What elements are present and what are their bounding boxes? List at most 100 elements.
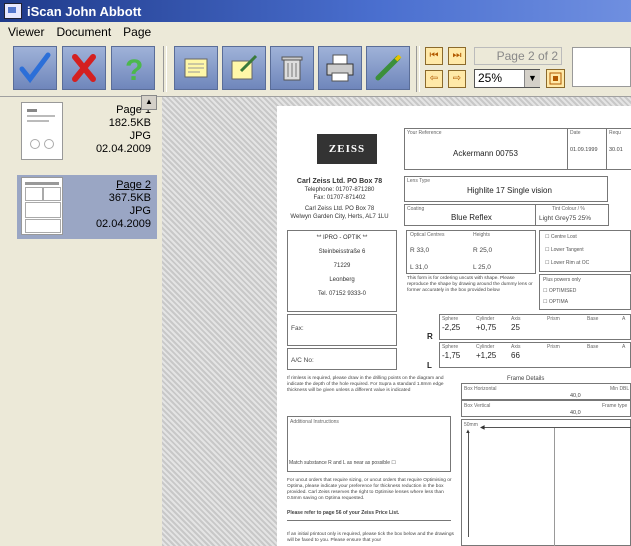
thumbnail-date: 02.04.2009 (95, 143, 151, 155)
match-substance: Match substance R and L as near as possi… (289, 460, 396, 466)
rx-header: Sphere (442, 316, 459, 322)
reject-x-icon (72, 54, 96, 82)
thumbnail-title: Page 2 (116, 179, 151, 191)
rx-left-box: Sphere Cylinder Axis Prism Base A -1,75 … (439, 342, 631, 368)
delete-button[interactable] (270, 46, 314, 90)
zeiss-logo: ZEISS (317, 134, 377, 164)
chevron-down-icon[interactable]: ▼ (524, 70, 540, 87)
arrow-up-icon: ▲ (465, 429, 471, 435)
company-address-2: Welwyn Garden City, Herts, AL7 1LU (290, 214, 389, 220)
mm-label: 50mm (464, 422, 478, 428)
rx-header: A (622, 316, 626, 322)
menu-page[interactable]: Page (123, 25, 151, 39)
option-line: ☐ Lower Rim at OC (545, 260, 590, 266)
first-page-icon: ⏮ (429, 50, 439, 61)
tint-box: Tint Colour / % Light Grey75 25% (535, 204, 609, 226)
company-name: Carl Zeiss Ltd. PO Box 78 (296, 178, 383, 185)
oc-left: L 31,0 (410, 264, 428, 271)
axis-left: 66 (511, 351, 520, 360)
horizontal-scale-line (482, 427, 631, 428)
check-icon (19, 52, 51, 84)
annotate-button[interactable] (366, 46, 410, 90)
left-eye-label: L (427, 361, 432, 370)
box-vertical-label: Box Vertical (464, 403, 491, 409)
customer-line: Steinbeisstraße 6 (318, 249, 366, 255)
reference-label: Your Reference (407, 130, 442, 136)
shape-drawing-box: 50mm ▲ ◀ (461, 419, 631, 546)
additional-label: Additional Instructions (290, 419, 339, 425)
rx-header: Base (587, 344, 599, 350)
check-button[interactable] (13, 46, 57, 90)
box-horizontal-row: Box Horizontal 40,0 Min DBL (461, 383, 631, 400)
options-box: ☐ Centre Lost ☐ Lower Tangent ☐ Lower Ri… (539, 230, 631, 272)
thumbnail-type: JPG (129, 130, 151, 142)
document-page: ZEISS Carl Zeiss Ltd. PO Box 78 Telephon… (277, 106, 631, 546)
thumbnail-date: 02.04.2009 (95, 218, 151, 230)
scroll-up-button[interactable]: ▲ (141, 95, 157, 110)
date-value: 01.09.1999 (570, 147, 598, 153)
sphere-left: -1,75 (442, 351, 461, 360)
next-page-button[interactable]: ⇨ (448, 70, 466, 88)
oc-right: R 33,0 (410, 247, 430, 254)
box-vertical-row: Box Vertical 40,0 Frame type (461, 400, 631, 417)
min-dbl-label: Min DBL (610, 386, 630, 392)
customer-line: Leonberg (329, 277, 355, 283)
fit-page-icon (549, 72, 562, 85)
fax-box: Fax: (287, 314, 397, 346)
fax-label: Fax: (291, 325, 304, 332)
last-page-icon: ⏭ (452, 50, 462, 61)
menu-document[interactable]: Document (56, 25, 111, 39)
thumbnail-page-1[interactable]: Page 1 182.5KB JPG 02.04.2009 (17, 100, 157, 164)
sphere-right: -2,25 (442, 323, 461, 332)
lens-type-label: Lens Type (407, 178, 430, 184)
reject-button[interactable] (62, 46, 106, 90)
rx-header: Cylinder (476, 344, 495, 350)
customer-line: ** IPRO - OPTIK ** (316, 235, 368, 241)
trash-icon (281, 56, 303, 81)
refer-note: Please refer to page 56 of your Zeiss Pr… (287, 510, 400, 516)
print-button[interactable] (318, 46, 362, 90)
last-page-button[interactable]: ⏭ (448, 47, 466, 65)
pen-icon (375, 54, 402, 81)
edit-notes-icon (231, 54, 258, 80)
rimless-note: If rimless is required, please draw in t… (287, 376, 444, 393)
divider (287, 520, 451, 521)
company-address-1: Carl Zeiss Ltd. PO Box 78 (304, 206, 375, 212)
rx-header: A (622, 344, 626, 350)
match-label: Match substance R and L as near as possi… (289, 460, 390, 466)
thumbnail-page-2[interactable]: Page 2 367.5KB JPG 02.04.2009 (17, 175, 157, 239)
cylinder-left: +1,25 (476, 351, 497, 360)
help-button[interactable]: ? (111, 46, 155, 90)
arrow-left-icon: ⇦ (429, 73, 439, 84)
lens-type-value: Highlite 17 Single vision (467, 186, 552, 195)
coating-value: Blue Reflex (451, 213, 492, 222)
rx-header: Base (587, 316, 599, 322)
toolbar-separator (416, 46, 420, 92)
option-line: ☐ Lower Tangent (545, 247, 584, 253)
tint-value: Light Grey75 25% (539, 215, 592, 222)
prev-page-button[interactable]: ⇦ (425, 70, 443, 88)
thumbnail-info: Page 1 182.5KB JPG 02.04.2009 (96, 104, 151, 156)
title-bar: iScan John Abbott (0, 0, 631, 22)
vertical-scale-line (468, 432, 469, 537)
form-note: This form is for ordering uncuts with sh… (407, 276, 533, 293)
coating-box: Coating Blue Reflex (404, 204, 536, 226)
first-page-button[interactable]: ⏮ (425, 47, 443, 65)
fit-page-button[interactable] (546, 69, 565, 88)
notes-button[interactable] (174, 46, 218, 90)
company-block: Carl Zeiss Ltd. PO Box 78 Telephone: 017… (277, 178, 402, 221)
search-field[interactable] (572, 47, 631, 87)
rx-header: Prism (547, 344, 560, 350)
plus-option: ☐ OPTIMISED (543, 288, 577, 294)
box-horizontal-label: Box Horizontal (464, 386, 497, 392)
window-title: iScan John Abbott (27, 3, 142, 19)
req-box: Requ 30.01 (606, 128, 631, 170)
reference-box: Your Reference Ackermann 00753 (404, 128, 568, 170)
rx-header: Prism (547, 316, 560, 322)
company-telephone: Telephone: 01707-871280 (304, 187, 375, 193)
frame-type-label: Frame type (602, 403, 628, 409)
plus-option: ☐ OPTIMA (543, 299, 569, 305)
lens-type-box: Lens Type Highlite 17 Single vision (404, 176, 608, 202)
edit-notes-button[interactable] (222, 46, 266, 90)
menu-viewer[interactable]: Viewer (8, 25, 44, 39)
